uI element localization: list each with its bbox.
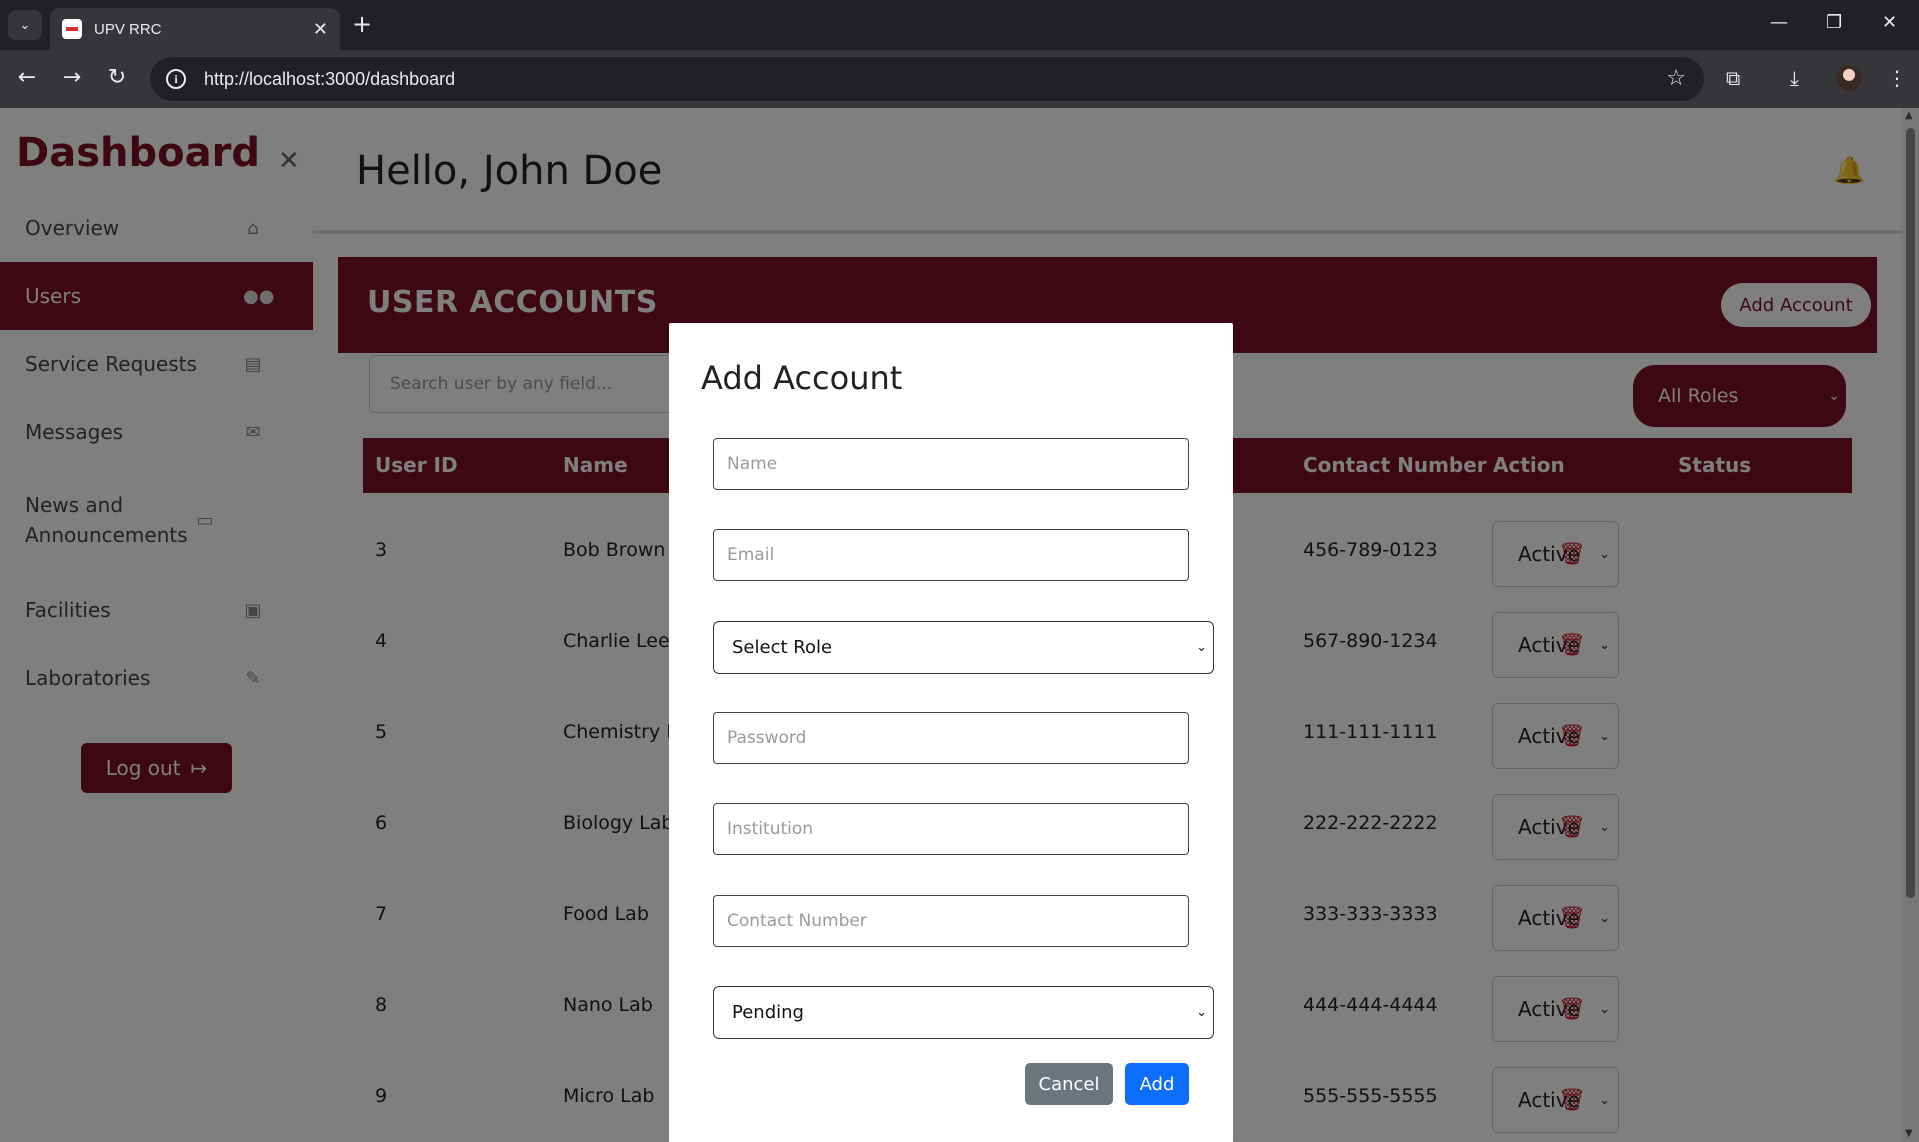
window-close-icon[interactable]: ✕ [1882, 12, 1897, 33]
back-arrow-icon[interactable]: ← [12, 64, 42, 92]
new-tab-icon[interactable]: + [352, 12, 372, 36]
restore-icon[interactable]: ❐ [1826, 12, 1842, 33]
forward-arrow-icon[interactable]: → [57, 64, 87, 92]
institution-input[interactable]: Institution [713, 803, 1189, 855]
dashboard-page: Dashboard ✕ Overview ⌂ Users ●● Service … [0, 108, 1919, 1142]
name-input[interactable]: Name [713, 438, 1189, 490]
favicon-icon [62, 19, 82, 39]
minimize-icon[interactable]: — [1770, 12, 1788, 33]
tab-close-icon[interactable]: ✕ [313, 19, 328, 40]
site-info-icon[interactable]: i [166, 69, 186, 89]
contact-number-input[interactable]: Contact Number [713, 895, 1189, 947]
tab-search-chevron-icon[interactable]: ⌄ [8, 10, 42, 40]
status-select[interactable]: Pending ⌄ [713, 986, 1214, 1039]
browser-menu-icon[interactable]: ⋮ [1887, 66, 1907, 90]
status-select-value: Pending [732, 1002, 804, 1023]
modal-title: Add Account [701, 359, 903, 397]
password-input[interactable]: Password [713, 712, 1189, 764]
profile-avatar[interactable] [1836, 65, 1862, 91]
role-select[interactable]: Select Role ⌄ [713, 621, 1214, 674]
reload-icon[interactable]: ↻ [102, 64, 132, 92]
role-select-value: Select Role [732, 637, 833, 658]
address-bar[interactable]: i http://localhost:3000/dashboard ☆ [150, 57, 1704, 101]
add-button[interactable]: Add [1125, 1063, 1189, 1105]
url-text[interactable]: http://localhost:3000/dashboard [204, 69, 455, 90]
cancel-button[interactable]: Cancel [1025, 1063, 1113, 1105]
chevron-down-icon: ⌄ [1196, 1005, 1207, 1020]
browser-toolbar: ← → ↻ i http://localhost:3000/dashboard … [0, 50, 1919, 108]
add-account-modal: Add Account Name Email Select Role ⌄ Pas… [669, 323, 1233, 1142]
browser-tab[interactable]: UPV RRC ✕ [50, 8, 340, 50]
download-icon[interactable]: ⤓ [1790, 66, 1799, 90]
extensions-icon[interactable]: ⧉ [1726, 66, 1740, 90]
browser-tabstrip: ⌄ UPV RRC ✕ + — ❐ ✕ [0, 0, 1919, 50]
tab-title: UPV RRC [94, 20, 162, 38]
email-input[interactable]: Email [713, 529, 1189, 581]
bookmark-star-icon[interactable]: ☆ [1666, 66, 1686, 91]
chevron-down-icon: ⌄ [1196, 640, 1207, 655]
